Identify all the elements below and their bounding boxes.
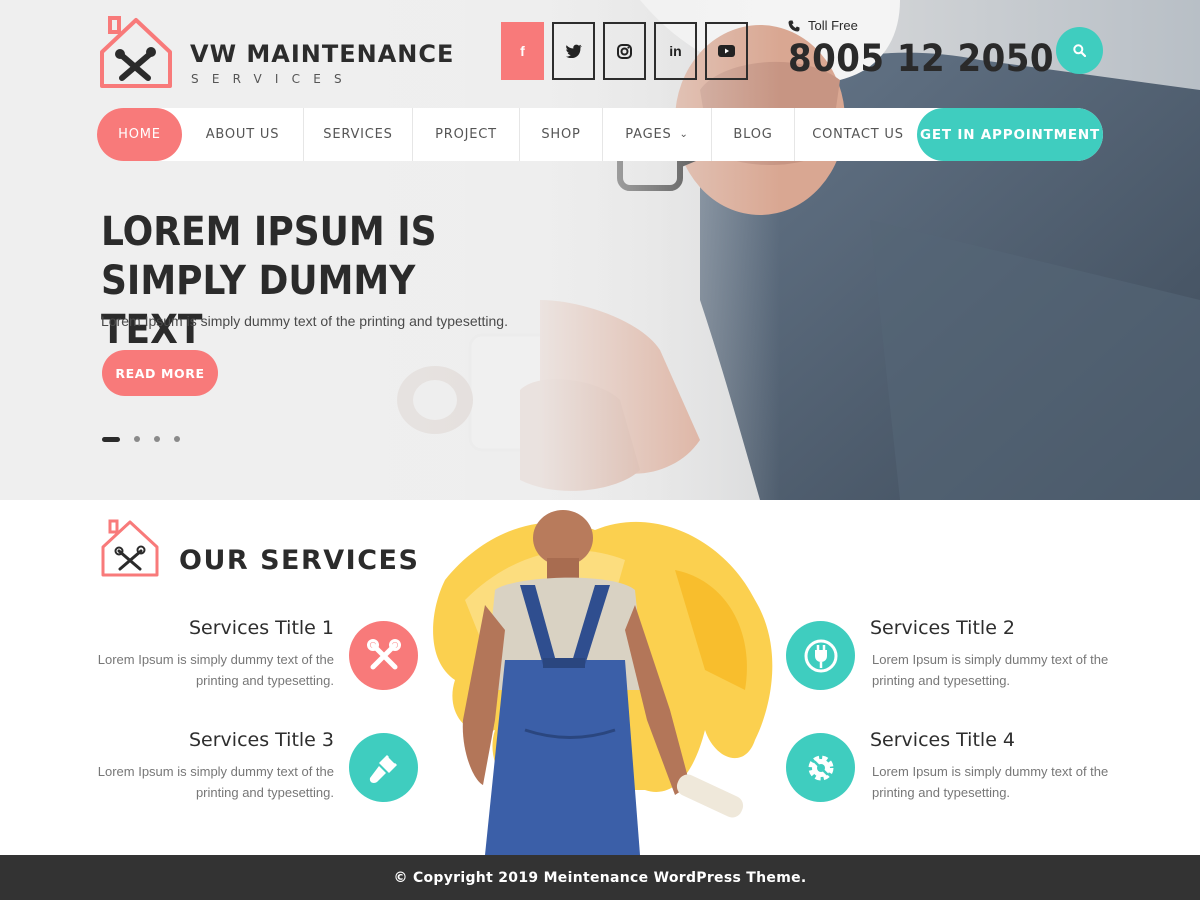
nav-item-project[interactable]: PROJECT — [413, 108, 520, 161]
service-description: Lorem Ipsum is simply dummy text of the … — [97, 764, 334, 800]
service-description: Lorem Ipsum is simply dummy text of the … — [97, 652, 334, 688]
social-links: f in — [501, 22, 748, 80]
service-item-4: Services Title 4 Lorem Ipsum is simply d… — [870, 729, 1110, 803]
youtube-button[interactable] — [705, 22, 748, 80]
nav-item-pages-label: PAGES — [625, 127, 672, 142]
phone-icon — [788, 20, 800, 31]
phone-number[interactable]: 8005 12 2050 — [788, 37, 1054, 80]
site-tagline: SERVICES — [191, 72, 355, 86]
read-more-button[interactable]: READ MORE — [102, 350, 218, 396]
service-title[interactable]: Services Title 4 — [870, 729, 1110, 751]
gear-wrench-icon — [808, 755, 833, 780]
service-text: Lorem Ipsum is simply dummy text of the … — [0, 761, 334, 803]
paint-brush-icon — [369, 754, 397, 783]
nav-item-pages[interactable]: PAGES ⌄ — [603, 108, 712, 161]
hero-title: LOREM IPSUM IS SIMPLY DUMMY TEXT — [101, 209, 437, 353]
slider-dot-3[interactable] — [154, 436, 160, 442]
slider-dot-2[interactable] — [134, 436, 140, 442]
appointment-button[interactable]: GET IN APPOINTMENT — [917, 108, 1103, 161]
copyright-text: © Copyright 2019 Meintenance WordPress T… — [393, 869, 807, 886]
phone-label: Toll Free — [808, 18, 858, 33]
hero-subtitle: Lorem Ipsum is simply dummy text of the … — [101, 313, 508, 329]
house-tools-icon — [100, 16, 172, 88]
site-title: VW MAINTENANCE — [190, 40, 455, 68]
nav-item-contact-us[interactable]: CONTACT US — [795, 108, 921, 161]
twitter-icon — [565, 44, 582, 58]
service-item-1: Services Title 1 Lorem Ipsum is simply d… — [0, 617, 334, 691]
nav-item-about-us[interactable]: ABOUT US — [182, 108, 304, 161]
service-item-2: Services Title 2 Lorem Ipsum is simply d… — [870, 617, 1110, 691]
site-footer: © Copyright 2019 Meintenance WordPress T… — [0, 855, 1200, 900]
linkedin-icon: in — [669, 43, 682, 59]
service-icon-4[interactable] — [786, 733, 855, 802]
service-title[interactable]: Services Title 2 — [870, 617, 1110, 639]
facebook-button[interactable]: f — [501, 22, 544, 80]
service-icon-3[interactable] — [349, 733, 418, 802]
nav-item-shop[interactable]: SHOP — [520, 108, 603, 161]
twitter-button[interactable] — [552, 22, 595, 80]
service-text: Lorem Ipsum is simply dummy text of the … — [870, 649, 1110, 691]
main-navigation: HOME ABOUT US SERVICES PROJECT SHOP PAGE… — [97, 108, 1103, 161]
service-item-3: Services Title 3 Lorem Ipsum is simply d… — [0, 729, 334, 803]
service-text: Lorem Ipsum is simply dummy text of the … — [870, 761, 1110, 803]
service-title[interactable]: Services Title 3 — [0, 729, 334, 751]
service-description: Lorem Ipsum is simply dummy text of the … — [872, 764, 1109, 800]
contact-phone: Toll Free 8005 12 2050 — [788, 18, 1077, 80]
nav-item-services[interactable]: SERVICES — [304, 108, 413, 161]
slider-dots — [102, 436, 180, 442]
chevron-down-icon: ⌄ — [679, 129, 689, 140]
slider-dot-4[interactable] — [174, 436, 180, 442]
tools-icon — [366, 638, 401, 669]
instagram-button[interactable] — [603, 22, 646, 80]
service-text: Lorem Ipsum is simply dummy text of the … — [0, 649, 334, 691]
house-tools-icon — [101, 519, 159, 577]
worker-illustration — [433, 510, 773, 855]
instagram-icon — [617, 43, 632, 59]
search-button[interactable] — [1056, 27, 1103, 74]
services-heading: OUR SERVICES — [179, 545, 420, 576]
nav-item-home[interactable]: HOME — [97, 108, 182, 161]
service-icon-2[interactable] — [786, 621, 855, 690]
facebook-icon: f — [520, 43, 525, 59]
service-description: Lorem Ipsum is simply dummy text of the … — [872, 652, 1109, 688]
youtube-icon — [718, 45, 735, 57]
service-icon-1[interactable] — [349, 621, 418, 690]
service-title[interactable]: Services Title 1 — [0, 617, 334, 639]
site-logo[interactable]: VW MAINTENANCE SERVICES — [96, 14, 453, 90]
linkedin-button[interactable]: in — [654, 22, 697, 80]
plug-icon — [804, 639, 837, 672]
slider-dot-1[interactable] — [102, 436, 120, 442]
nav-item-blog[interactable]: BLOG — [712, 108, 795, 161]
search-icon — [1073, 44, 1086, 57]
